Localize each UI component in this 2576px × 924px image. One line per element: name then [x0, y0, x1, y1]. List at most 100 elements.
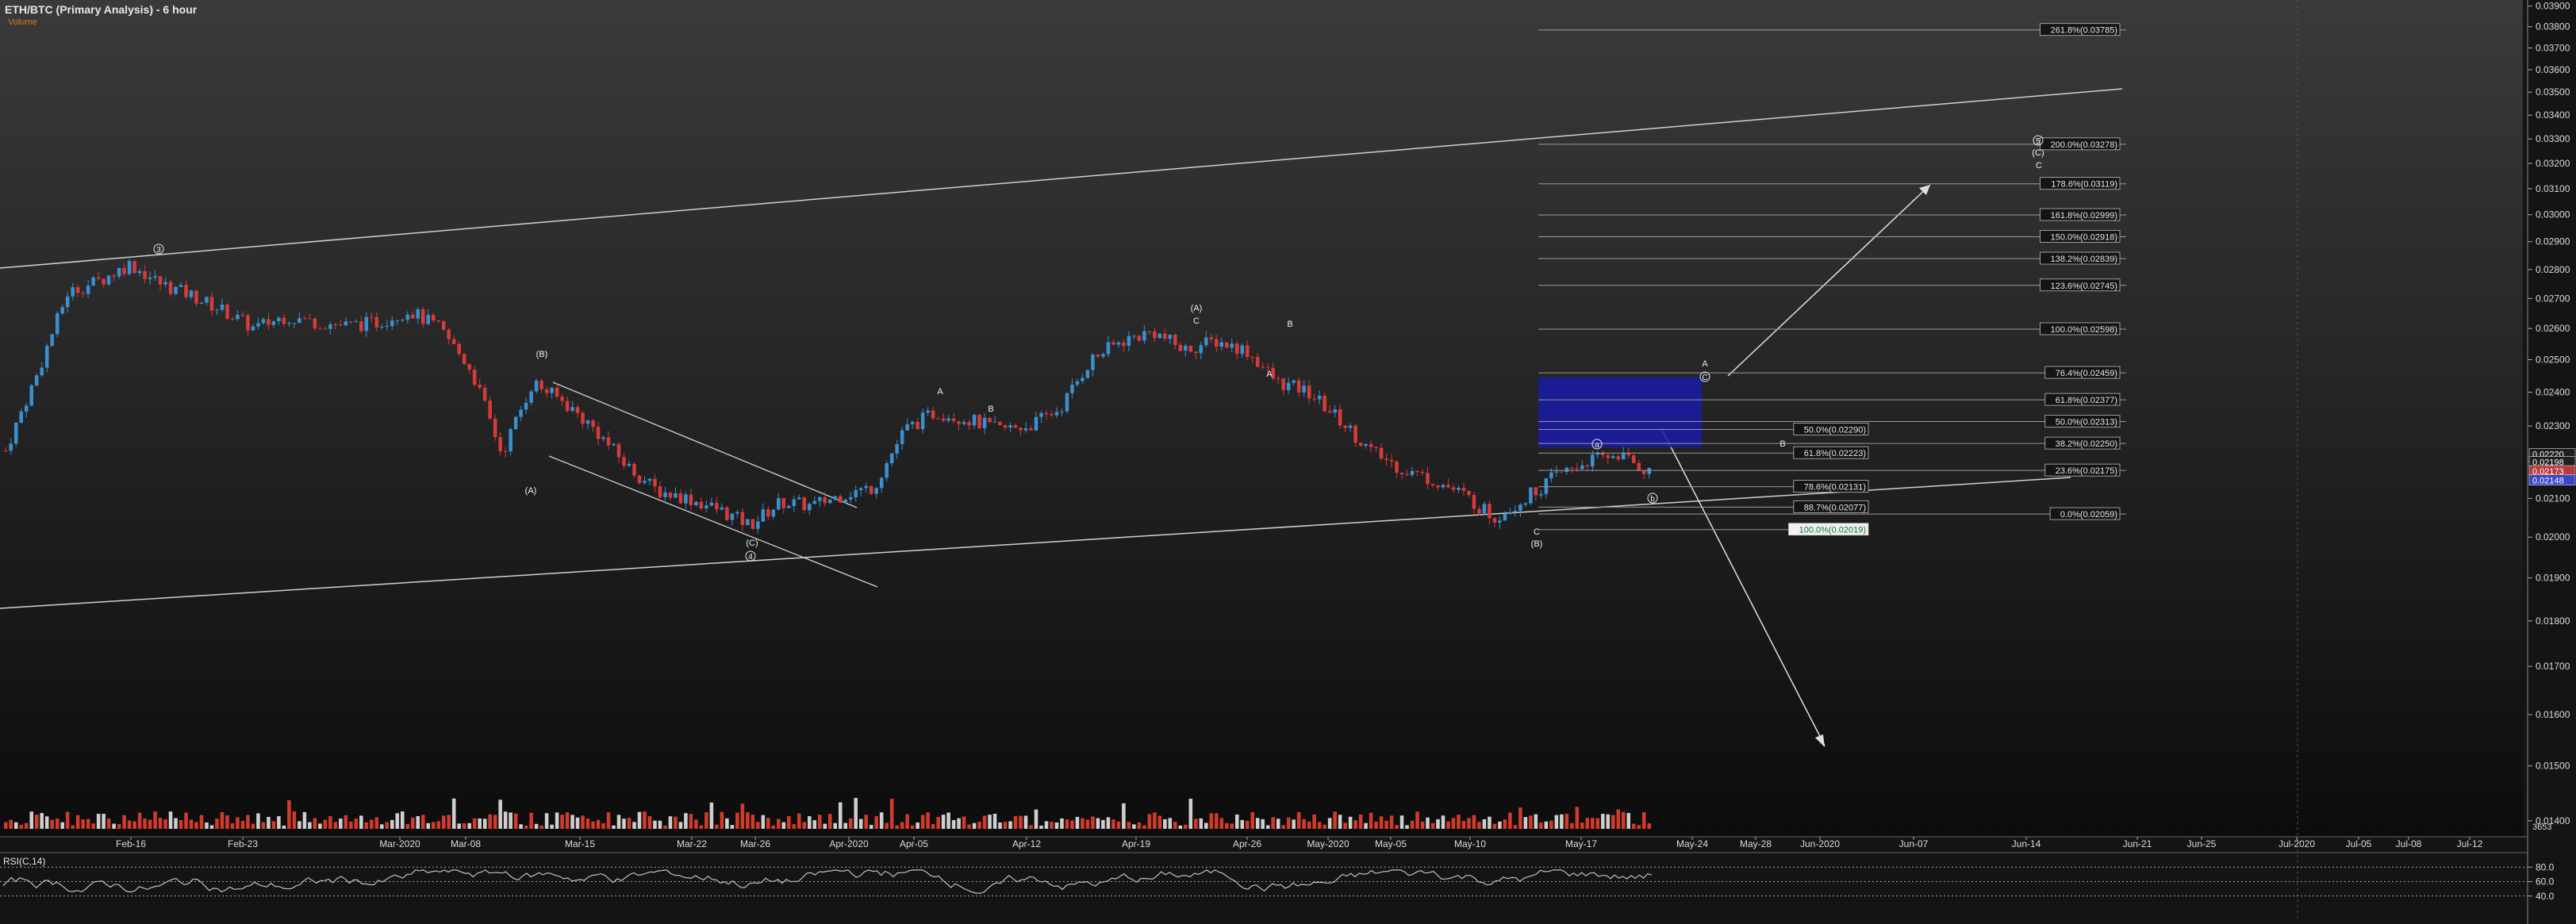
- candle-body: [1410, 470, 1415, 475]
- candle-body: [534, 381, 539, 392]
- candle-body: [1549, 472, 1553, 479]
- candle-body: [1415, 470, 1419, 473]
- volume-bar: [215, 819, 219, 829]
- candle-body: [1451, 487, 1456, 490]
- volume-bar: [1106, 817, 1111, 829]
- candle-body: [570, 407, 574, 412]
- volume-bar: [1534, 814, 1538, 829]
- volume-bar: [370, 819, 374, 829]
- candle-body: [889, 453, 894, 463]
- volume-bar: [1518, 807, 1522, 829]
- volume-bar: [333, 822, 338, 829]
- volume-bar: [1070, 820, 1074, 829]
- volume-bar: [50, 819, 54, 829]
- candle-body: [420, 309, 425, 324]
- candle-body: [1327, 411, 1332, 413]
- volume-bar: [55, 819, 60, 829]
- candle-body: [560, 396, 564, 401]
- volume-bar: [1323, 824, 1326, 829]
- candle-body: [189, 290, 194, 297]
- candle-body: [493, 418, 497, 438]
- volume-bar: [1343, 822, 1347, 829]
- candle-body: [1518, 504, 1522, 511]
- candle-body: [256, 323, 260, 327]
- y-tick-label: 0.03600: [2536, 64, 2570, 75]
- candle-body: [1008, 425, 1012, 427]
- fib-level-label: 100.0%(0.02598): [2051, 325, 2117, 335]
- volume-bar: [24, 822, 29, 829]
- volume-bar: [740, 803, 745, 829]
- candle-body: [1163, 333, 1167, 339]
- candle-body: [1234, 343, 1239, 355]
- candle-body: [457, 343, 461, 355]
- volume-bar: [1399, 815, 1404, 829]
- volume-bar: [29, 811, 33, 829]
- volume-bar: [1544, 821, 1549, 829]
- fib-level-label: 178.6%(0.03119): [2051, 180, 2117, 190]
- volume-bar: [457, 823, 461, 829]
- candle-body: [1219, 342, 1224, 347]
- volume-bar: [287, 799, 291, 829]
- candle-body: [524, 402, 528, 410]
- volume-bar: [817, 815, 822, 829]
- fib-level-label: 50.0%(0.02313): [2056, 417, 2117, 427]
- volume-bar: [771, 825, 776, 829]
- candle-body: [395, 320, 400, 321]
- candle-body: [1492, 518, 1497, 523]
- fib-level-label: 261.8%(0.03785): [2051, 26, 2117, 36]
- volume-bar: [858, 819, 863, 829]
- volume-bar: [1008, 821, 1012, 829]
- volume-bar: [380, 824, 384, 829]
- wave-label: B: [988, 404, 993, 414]
- volume-bar: [91, 823, 95, 829]
- volume-bar: [1065, 819, 1069, 829]
- volume-bar: [957, 818, 961, 829]
- candle-body: [1096, 355, 1100, 357]
- candle-body: [581, 412, 585, 424]
- y-tick-label: 0.01800: [2536, 615, 2570, 627]
- y-tick-label: 0.03500: [2536, 86, 2570, 98]
- wave-label: C: [1534, 527, 1540, 537]
- candle-body: [1399, 472, 1404, 474]
- volume-bar: [926, 812, 930, 829]
- fib-level-label: 161.8%(0.02999): [2051, 211, 2117, 220]
- candle-body: [864, 485, 868, 489]
- volume-bar: [339, 819, 343, 829]
- volume-bar: [354, 819, 359, 829]
- candle-body: [781, 498, 786, 508]
- candle-body: [1498, 520, 1502, 523]
- volume-bar: [86, 819, 90, 829]
- wave-label: A: [1266, 370, 1273, 379]
- candle-body: [1472, 495, 1476, 509]
- volume-bar: [843, 822, 848, 829]
- candle-body: [1142, 331, 1146, 341]
- volume-bar: [1472, 815, 1476, 829]
- candle-body: [1457, 488, 1461, 490]
- volume-bar: [385, 822, 390, 829]
- volume-bar: [205, 822, 209, 829]
- candle-body: [1477, 508, 1481, 514]
- volume-bar: [709, 802, 714, 829]
- x-tick-label: Jun-25: [2187, 838, 2217, 849]
- volume-bar: [96, 814, 101, 829]
- candle-body: [13, 422, 18, 444]
- volume-bar: [60, 822, 64, 829]
- candle-body: [1323, 395, 1326, 412]
- volume-bar: [44, 816, 49, 829]
- volume-bar: [168, 811, 173, 829]
- volume-bar: [833, 822, 838, 829]
- candle-body: [1204, 337, 1208, 346]
- volume-bar: [1549, 820, 1553, 829]
- volume-bar: [529, 812, 533, 829]
- volume-bar: [1457, 815, 1461, 829]
- candle-body: [1209, 337, 1214, 339]
- candle-body: [509, 429, 513, 451]
- volume-bar: [410, 817, 415, 829]
- volume-bar: [895, 825, 899, 829]
- volume-bar: [1312, 814, 1316, 829]
- candle-body: [96, 277, 101, 279]
- volume-bar: [117, 824, 121, 829]
- candle-body: [663, 493, 667, 497]
- volume-bar: [1353, 820, 1357, 829]
- candle-body: [622, 457, 626, 466]
